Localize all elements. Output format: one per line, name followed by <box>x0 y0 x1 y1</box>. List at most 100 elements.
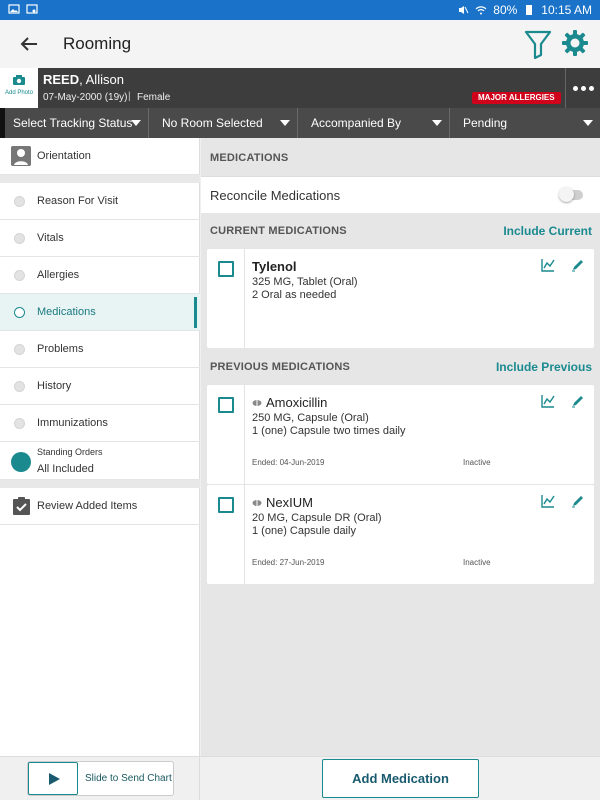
sidebar-item-orientation[interactable]: Orientation <box>0 138 200 175</box>
medication-checkbox[interactable] <box>218 261 234 277</box>
add-medication-button[interactable]: Add Medication <box>322 759 479 798</box>
medication-ended: Ended: 04-Jun-2019 <box>252 458 325 467</box>
medication-checkbox[interactable] <box>218 497 234 513</box>
person-icon <box>11 146 31 166</box>
trend-chart-icon[interactable] <box>541 394 555 408</box>
status-bar: 80% 10:15 AM <box>0 0 600 20</box>
gallery-icon <box>8 4 20 14</box>
reconcile-toggle[interactable] <box>559 187 583 202</box>
page-title: Rooming <box>63 34 132 53</box>
caret-down-icon <box>432 120 442 126</box>
tracking-bar: Select Tracking Status No Room Selected … <box>0 108 600 138</box>
sidebar-item-label: Reason For Visit <box>37 195 119 207</box>
sidebar-item-problems[interactable]: Problems <box>0 331 200 368</box>
add-photo-label: Add Photo <box>4 90 34 96</box>
camera-icon <box>13 75 25 85</box>
sidebar-item-immunizations[interactable]: Immunizations <box>0 405 200 442</box>
sidebar-item-label: Review Added Items <box>37 500 138 512</box>
include-previous-link[interactable]: Include Previous <box>496 360 592 374</box>
medication-sig: 1 (one) Capsule two times daily <box>252 425 406 437</box>
divider <box>0 480 200 488</box>
sidebar-item-standing-orders[interactable]: Standing Orders All Included <box>0 442 200 480</box>
medication-name-row: NexIUM <box>252 495 313 510</box>
sidebar-item-history[interactable]: History <box>0 368 200 405</box>
mute-icon <box>459 6 469 14</box>
send-chart-area: Slide to Send Chart <box>0 757 200 800</box>
dropdown-label: Accompanied By <box>311 116 402 130</box>
tracking-status-dropdown[interactable]: Select Tracking Status <box>0 108 149 138</box>
sidebar-item-label: Medications <box>37 306 96 318</box>
sidebar-item-label: Vitals <box>37 232 64 244</box>
medication-dose: 250 MG, Capsule (Oral) <box>252 412 369 424</box>
play-arrow-icon <box>49 773 60 785</box>
pending-dropdown[interactable]: Pending <box>450 108 600 138</box>
reconcile-label: Reconcile Medications <box>210 188 341 203</box>
room-dropdown[interactable]: No Room Selected <box>149 108 298 138</box>
medication-name: NexIUM <box>266 495 313 510</box>
medication-ended: Ended: 27-Jun-2019 <box>252 558 325 567</box>
patient-name: REED, Allison <box>43 72 124 87</box>
bottom-bar: Slide to Send Chart Add Medication <box>0 756 600 800</box>
medication-name: Amoxicillin <box>266 395 328 410</box>
clock: 10:15 AM <box>541 3 592 17</box>
cast-icon <box>26 4 38 14</box>
medication-dose: 20 MG, Capsule DR (Oral) <box>252 512 382 524</box>
include-current-link[interactable]: Include Current <box>503 224 592 238</box>
sidebar-item-reason-for-visit[interactable]: Reason For Visit <box>0 183 200 220</box>
add-photo-button[interactable]: Add Photo <box>0 68 38 108</box>
medications-panel: MEDICATIONS Reconcile Medications CURREN… <box>201 138 600 756</box>
reconcile-row: Reconcile Medications <box>201 176 600 213</box>
active-indicator <box>194 297 197 328</box>
battery-icon <box>526 5 533 15</box>
standing-orders-value: All Included <box>37 463 94 475</box>
medication-name: Tylenol <box>252 259 297 274</box>
trend-chart-icon[interactable] <box>541 494 555 508</box>
more-options-button[interactable] <box>565 68 600 108</box>
caret-down-icon <box>280 120 290 126</box>
status-dot <box>14 307 25 318</box>
patient-first-name: , Allison <box>79 72 124 87</box>
sidebar-item-allergies[interactable]: Allergies <box>0 257 200 294</box>
medication-sig: 2 Oral as needed <box>252 289 337 301</box>
gear-icon[interactable] <box>561 29 589 57</box>
status-dot <box>14 270 25 281</box>
dropdown-label: No Room Selected <box>162 116 263 130</box>
edit-pencil-icon[interactable] <box>571 394 585 408</box>
major-allergies-badge[interactable]: MAJOR ALLERGIES <box>472 92 561 104</box>
sidebar-item-vitals[interactable]: Vitals <box>0 220 200 257</box>
sidebar-item-label: Immunizations <box>37 417 108 429</box>
edit-pencil-icon[interactable] <box>571 494 585 508</box>
slide-to-send-chart[interactable]: Slide to Send Chart <box>27 761 174 796</box>
sidebar-item-medications[interactable]: Medications <box>0 294 200 331</box>
status-dot <box>14 344 25 355</box>
back-arrow-icon[interactable] <box>16 31 42 57</box>
current-medications-title: CURRENT MEDICATIONS <box>210 225 347 237</box>
medication-status: Inactive <box>463 458 491 467</box>
sidebar-item-review[interactable]: Review Added Items <box>0 488 200 525</box>
medication-status: Inactive <box>463 558 491 567</box>
battery-level: 80% <box>493 3 518 17</box>
section-title: MEDICATIONS <box>210 152 289 164</box>
status-dot <box>14 381 25 392</box>
trend-chart-icon[interactable] <box>541 258 555 272</box>
patient-last-name: REED <box>43 72 80 87</box>
checkbox-column <box>207 249 245 348</box>
edit-pencil-icon[interactable] <box>571 258 585 272</box>
medication-card: NexIUM 20 MG, Capsule DR (Oral) 1 (one) … <box>207 485 594 584</box>
pill-icon <box>252 500 262 506</box>
standing-orders-indicator <box>11 452 31 472</box>
dropdown-label: Select Tracking Status <box>13 116 133 130</box>
patient-sex: Female <box>137 92 171 103</box>
status-dot <box>14 418 25 429</box>
slide-handle[interactable] <box>28 762 78 795</box>
toggle-knob <box>559 187 574 202</box>
filter-icon[interactable] <box>524 29 552 59</box>
separator: | <box>128 91 131 102</box>
wifi-icon <box>475 6 487 15</box>
accompanied-by-dropdown[interactable]: Accompanied By <box>298 108 450 138</box>
status-dot <box>14 196 25 207</box>
medication-checkbox[interactable] <box>218 397 234 413</box>
medication-dose: 325 MG, Tablet (Oral) <box>252 276 358 288</box>
checkbox-column <box>207 385 245 484</box>
status-dot <box>14 233 25 244</box>
